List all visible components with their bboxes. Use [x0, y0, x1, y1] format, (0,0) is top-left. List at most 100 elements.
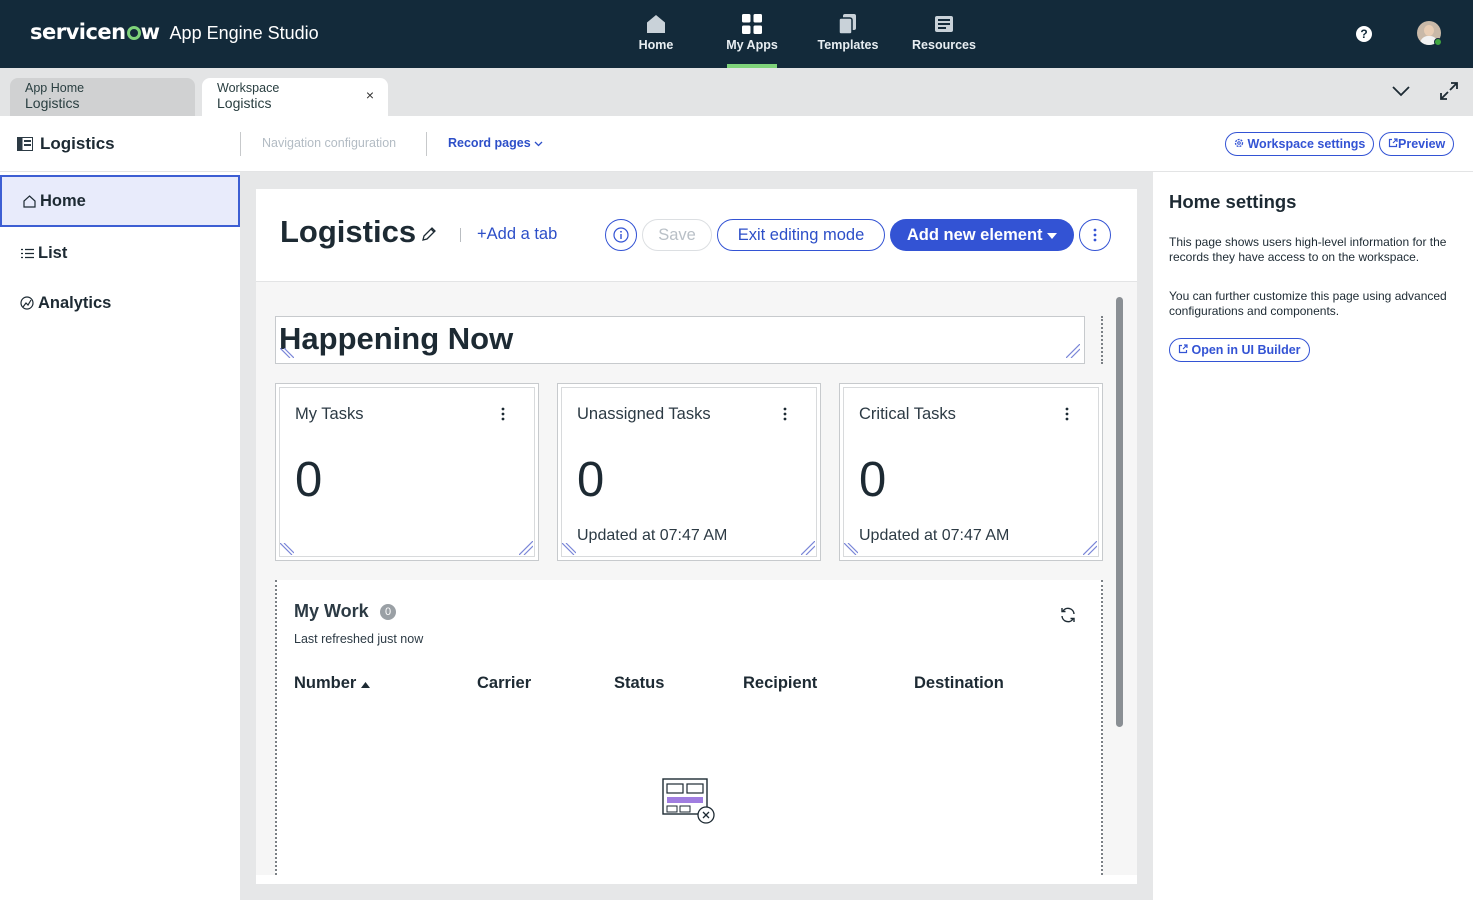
resize-handle-icon[interactable] [519, 541, 533, 555]
preview-label: Preview [1398, 137, 1446, 151]
tab-workspace-type: Workspace [217, 81, 280, 95]
refresh-icon[interactable] [1059, 606, 1077, 624]
card-title: Critical Tasks [859, 405, 956, 423]
templates-icon [838, 14, 856, 35]
external-link-icon [1178, 344, 1188, 354]
nav-my-apps[interactable]: My Apps [708, 0, 796, 68]
card-updated-time: Updated at 07:47 AM [859, 527, 1010, 543]
brand[interactable]: servicen w App Engine Studio [30, 20, 319, 44]
chevron-down-icon [534, 141, 543, 147]
leftnav-item-label: Home [40, 191, 86, 210]
chevron-down-icon[interactable] [1392, 84, 1410, 98]
my-work-title: My Work [294, 601, 369, 621]
leftnav-item-label: Analytics [38, 293, 112, 312]
my-work-list[interactable] [275, 580, 1103, 875]
resize-handle-icon[interactable] [844, 543, 858, 555]
card-updated-time: Updated at 07:47 AM [577, 527, 728, 543]
record-pages-dropdown[interactable]: Record pages [448, 136, 543, 150]
nav-home[interactable]: Home [612, 0, 700, 68]
caret-down-icon [1047, 233, 1058, 239]
last-refreshed-text: Last refreshed just now [294, 632, 424, 646]
info-icon [613, 227, 629, 243]
leftnav-item-list[interactable]: List [0, 227, 240, 279]
expand-icon[interactable] [1440, 82, 1458, 100]
home-icon [22, 194, 36, 208]
help-icon[interactable]: ? [1356, 26, 1372, 42]
scrollbar[interactable] [1116, 297, 1123, 727]
leftnav-item-home[interactable]: Home [0, 175, 240, 227]
kebab-icon[interactable] [783, 407, 787, 421]
column-header-recipient[interactable]: Recipient [743, 674, 817, 693]
workspace-settings-button[interactable]: Workspace settings [1225, 132, 1375, 156]
happening-now-heading: Happening Now [279, 321, 514, 356]
workspace-title: Logistics [40, 134, 115, 153]
card-value: 0 [577, 453, 605, 507]
app-name: App Engine Studio [169, 23, 319, 43]
plus-icon: + [477, 225, 487, 243]
tab-workspace[interactable]: Workspace Logistics × [202, 78, 388, 116]
open-in-ui-builder-button[interactable]: Open in UI Builder [1169, 338, 1310, 362]
navigation-configuration-link[interactable]: Navigation configuration [262, 136, 396, 150]
count-badge: 0 [380, 604, 396, 620]
tab-workspace-name: Logistics [217, 95, 272, 111]
more-options-button[interactable] [1079, 219, 1111, 251]
resize-handle-icon[interactable] [562, 543, 576, 555]
card-title: Unassigned Tasks [577, 405, 711, 423]
resize-handle-icon[interactable] [280, 348, 294, 358]
kebab-icon [1093, 228, 1097, 242]
resources-icon [935, 16, 953, 32]
divider [460, 228, 461, 242]
column-header-destination[interactable]: Destination [914, 674, 1004, 693]
main-nav: Home My Apps Templates Resources [612, 0, 996, 68]
top-header: servicen w App Engine Studio Home My Apps… [0, 0, 1473, 68]
drop-guide [1101, 316, 1103, 364]
tab-app-home-name: Logistics [25, 95, 80, 111]
servicenow-logo: servicen w [30, 20, 160, 44]
card-title: My Tasks [295, 405, 364, 423]
nav-home-label: Home [638, 38, 674, 52]
analytics-icon [20, 296, 34, 310]
settings-panel-title: Home settings [1169, 191, 1297, 212]
resize-handle-icon[interactable] [801, 541, 815, 555]
tab-strip: App Home Logistics Workspace Logistics × [0, 68, 1473, 116]
nav-templates-label: Templates [817, 38, 879, 52]
info-button[interactable] [605, 219, 637, 251]
preview-button[interactable]: Preview [1379, 132, 1455, 156]
close-icon[interactable]: × [366, 88, 374, 103]
card-value: 0 [295, 453, 323, 507]
resize-handle-icon[interactable] [1083, 541, 1097, 555]
sort-ascending-icon [360, 682, 370, 688]
add-new-element-button[interactable]: Add new element [890, 219, 1074, 251]
column-header-carrier[interactable]: Carrier [477, 674, 531, 693]
kebab-icon[interactable] [501, 407, 505, 421]
empty-state-illustration [662, 778, 715, 824]
column-header-number[interactable]: Number [294, 674, 370, 693]
leftnav-item-label: List [38, 243, 68, 262]
kebab-icon[interactable] [1065, 407, 1069, 421]
leftnav-item-analytics[interactable]: Analytics [0, 277, 240, 329]
apps-grid-icon [742, 14, 762, 34]
gear-icon [1234, 138, 1244, 148]
home-icon [647, 15, 665, 33]
settings-description: You can further customize this page usin… [1169, 289, 1447, 318]
divider [240, 132, 241, 156]
nav-resources[interactable]: Resources [900, 0, 988, 68]
tab-app-home[interactable]: App Home Logistics [10, 78, 195, 116]
nav-templates[interactable]: Templates [804, 0, 892, 68]
add-tab-button[interactable]: +Add a tab [477, 225, 557, 244]
resize-handle-icon[interactable] [1066, 344, 1080, 358]
add-tab-label: Add a tab [486, 225, 558, 243]
list-icon [20, 246, 34, 260]
save-button[interactable]: Save [642, 219, 712, 251]
column-header-status[interactable]: Status [614, 674, 664, 693]
pencil-icon[interactable] [421, 226, 437, 242]
resize-handle-icon[interactable] [280, 543, 294, 555]
add-new-element-label: Add new element [906, 226, 1043, 244]
card-value: 0 [859, 453, 887, 507]
left-navigation: Home List Analytics [0, 172, 240, 905]
settings-panel [1153, 172, 1473, 905]
settings-description: This page shows users high-level informa… [1169, 235, 1447, 264]
exit-editing-mode-button[interactable]: Exit editing mode [717, 219, 885, 251]
workspace-icon [17, 137, 33, 151]
record-pages-label: Record pages [448, 136, 531, 150]
